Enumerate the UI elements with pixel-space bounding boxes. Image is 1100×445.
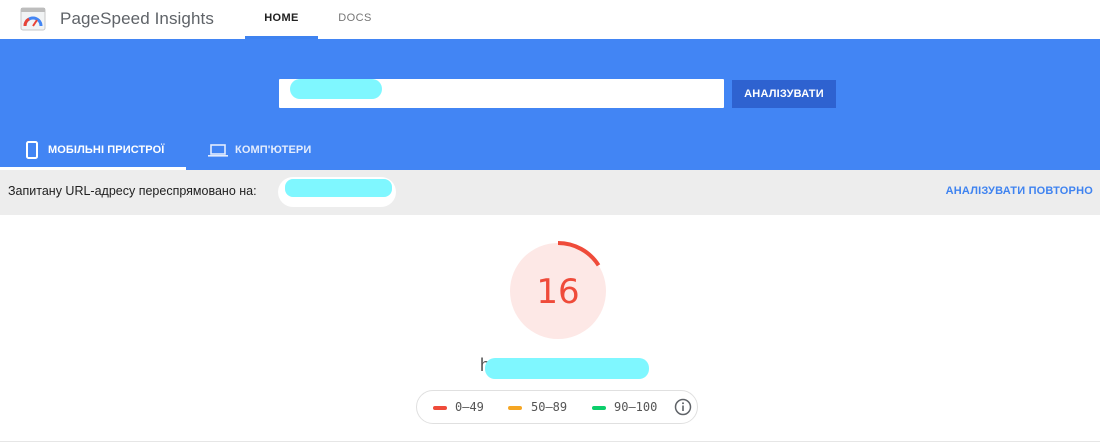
redirect-text: Запитану URL-адресу переспрямовано на: xyxy=(8,184,257,198)
tab-mobile-label: МОБІЛЬНІ ПРИСТРОЇ xyxy=(48,144,165,156)
redirect-notice: Запитану URL-адресу переспрямовано на: А… xyxy=(0,170,1100,215)
laptop-icon xyxy=(208,144,228,157)
legend-dash-red xyxy=(433,406,447,410)
tab-desktop-label: КОМП'ЮТЕРИ xyxy=(235,144,312,156)
reanalyze-link[interactable]: АНАЛІЗУВАТИ ПОВТОРНО xyxy=(946,185,1093,197)
analyze-button[interactable]: АНАЛІЗУВАТИ xyxy=(732,80,836,108)
redacted-site-mask xyxy=(485,358,649,379)
section-divider xyxy=(0,441,1100,442)
tab-mobile[interactable]: МОБІЛЬНІ ПРИСТРОЇ xyxy=(0,131,186,170)
legend-label-poor: 0–49 xyxy=(455,400,484,414)
pagespeed-logo-icon[interactable] xyxy=(20,7,46,31)
legend-label-average: 50–89 xyxy=(531,400,568,414)
score-legend: 0–49 50–89 90–100 xyxy=(416,390,698,424)
tab-desktop[interactable]: КОМП'ЮТЕРИ xyxy=(186,131,326,170)
redacted-redirect-mask xyxy=(285,179,392,197)
legend-label-good: 90–100 xyxy=(614,400,658,414)
search-hero: АНАЛІЗУВАТИ МОБІЛЬНІ ПРИСТРОЇ КОМП'ЮТЕРИ xyxy=(0,39,1100,170)
redacted-url-mask xyxy=(290,79,382,99)
smartphone-icon xyxy=(26,141,38,159)
app-title[interactable]: PageSpeed Insights xyxy=(60,9,214,29)
tab-home[interactable]: HOME xyxy=(245,0,318,39)
tab-docs[interactable]: DOCS xyxy=(326,0,384,39)
legend-dash-green xyxy=(592,406,606,410)
performance-score: 16 xyxy=(536,272,580,312)
legend-dash-orange xyxy=(508,406,522,410)
info-icon[interactable] xyxy=(674,398,692,416)
top-nav: PageSpeed Insights HOME DOCS xyxy=(0,0,1100,39)
